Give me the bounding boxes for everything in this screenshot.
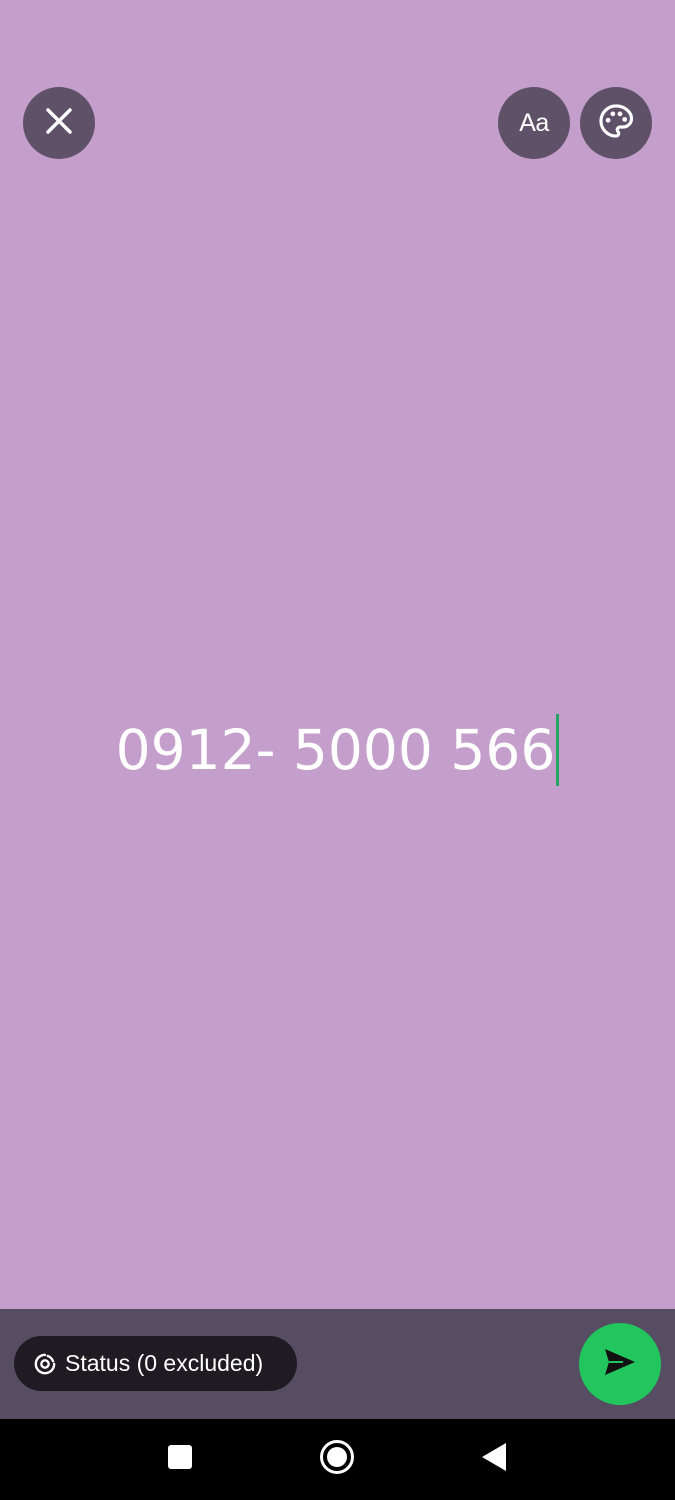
palette-icon	[597, 102, 635, 145]
recents-button[interactable]	[160, 1439, 200, 1479]
status-text-input[interactable]: 0912- 5000 566	[0, 710, 675, 790]
status-ring-icon	[33, 1352, 57, 1376]
square-recents-icon	[167, 1444, 193, 1475]
close-button[interactable]	[23, 87, 95, 159]
typed-status-text: 0912- 5000 566	[115, 718, 556, 782]
status-audience-label: Status (0 excluded)	[65, 1350, 264, 1376]
bottom-bar: Status (0 excluded)	[0, 1309, 675, 1419]
triangle-back-icon	[480, 1441, 508, 1478]
status-audience-button[interactable]: Status (0 excluded)	[14, 1336, 297, 1391]
send-button[interactable]	[579, 1323, 661, 1405]
send-icon	[603, 1347, 637, 1382]
font-style-button[interactable]: Aa	[498, 87, 570, 159]
close-icon	[44, 106, 74, 141]
system-navigation-bar	[0, 1419, 675, 1500]
text-caret	[556, 714, 560, 786]
home-button[interactable]	[317, 1439, 357, 1479]
back-button[interactable]	[474, 1439, 514, 1479]
color-palette-button[interactable]	[580, 87, 652, 159]
circle-home-icon	[319, 1439, 355, 1480]
status-text-canvas[interactable]: Aa 0912- 5000 566	[0, 0, 675, 1309]
font-button-label: Aa	[519, 108, 549, 137]
